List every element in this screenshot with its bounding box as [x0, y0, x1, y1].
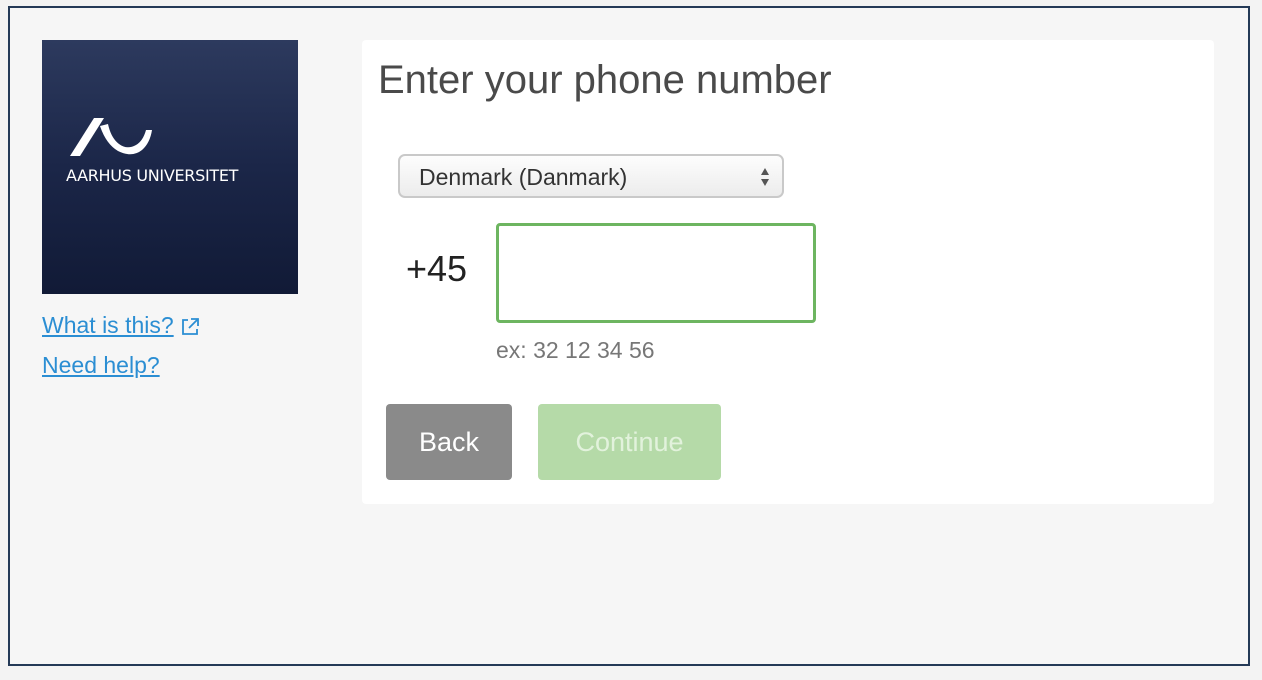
need-help-link[interactable]: Need help?: [42, 352, 160, 379]
what-is-this-link[interactable]: What is this?: [42, 312, 200, 343]
external-link-icon: [180, 316, 200, 343]
back-button[interactable]: Back: [386, 404, 512, 480]
main-frame: AARHUS UNIVERSITET What is this? Need he…: [8, 6, 1250, 666]
page-title: Enter your phone number: [378, 58, 832, 102]
what-is-this-label[interactable]: What is this?: [42, 312, 174, 338]
country-select[interactable]: Denmark (Danmark): [398, 154, 784, 198]
country-select-value: Denmark (Danmark): [419, 164, 628, 190]
phone-format-hint: ex: 32 12 34 56: [496, 337, 655, 363]
continue-button[interactable]: Continue: [538, 404, 721, 480]
logo-wordmark: AARHUS UNIVERSITET: [66, 166, 239, 185]
phone-entry-card: Enter your phone number Denmark (Danmark…: [362, 40, 1214, 504]
sort-arrows-icon: [760, 166, 770, 188]
dial-code: +45: [406, 248, 468, 289]
university-logo: AARHUS UNIVERSITET: [42, 40, 298, 294]
phone-number-input[interactable]: [496, 223, 816, 323]
